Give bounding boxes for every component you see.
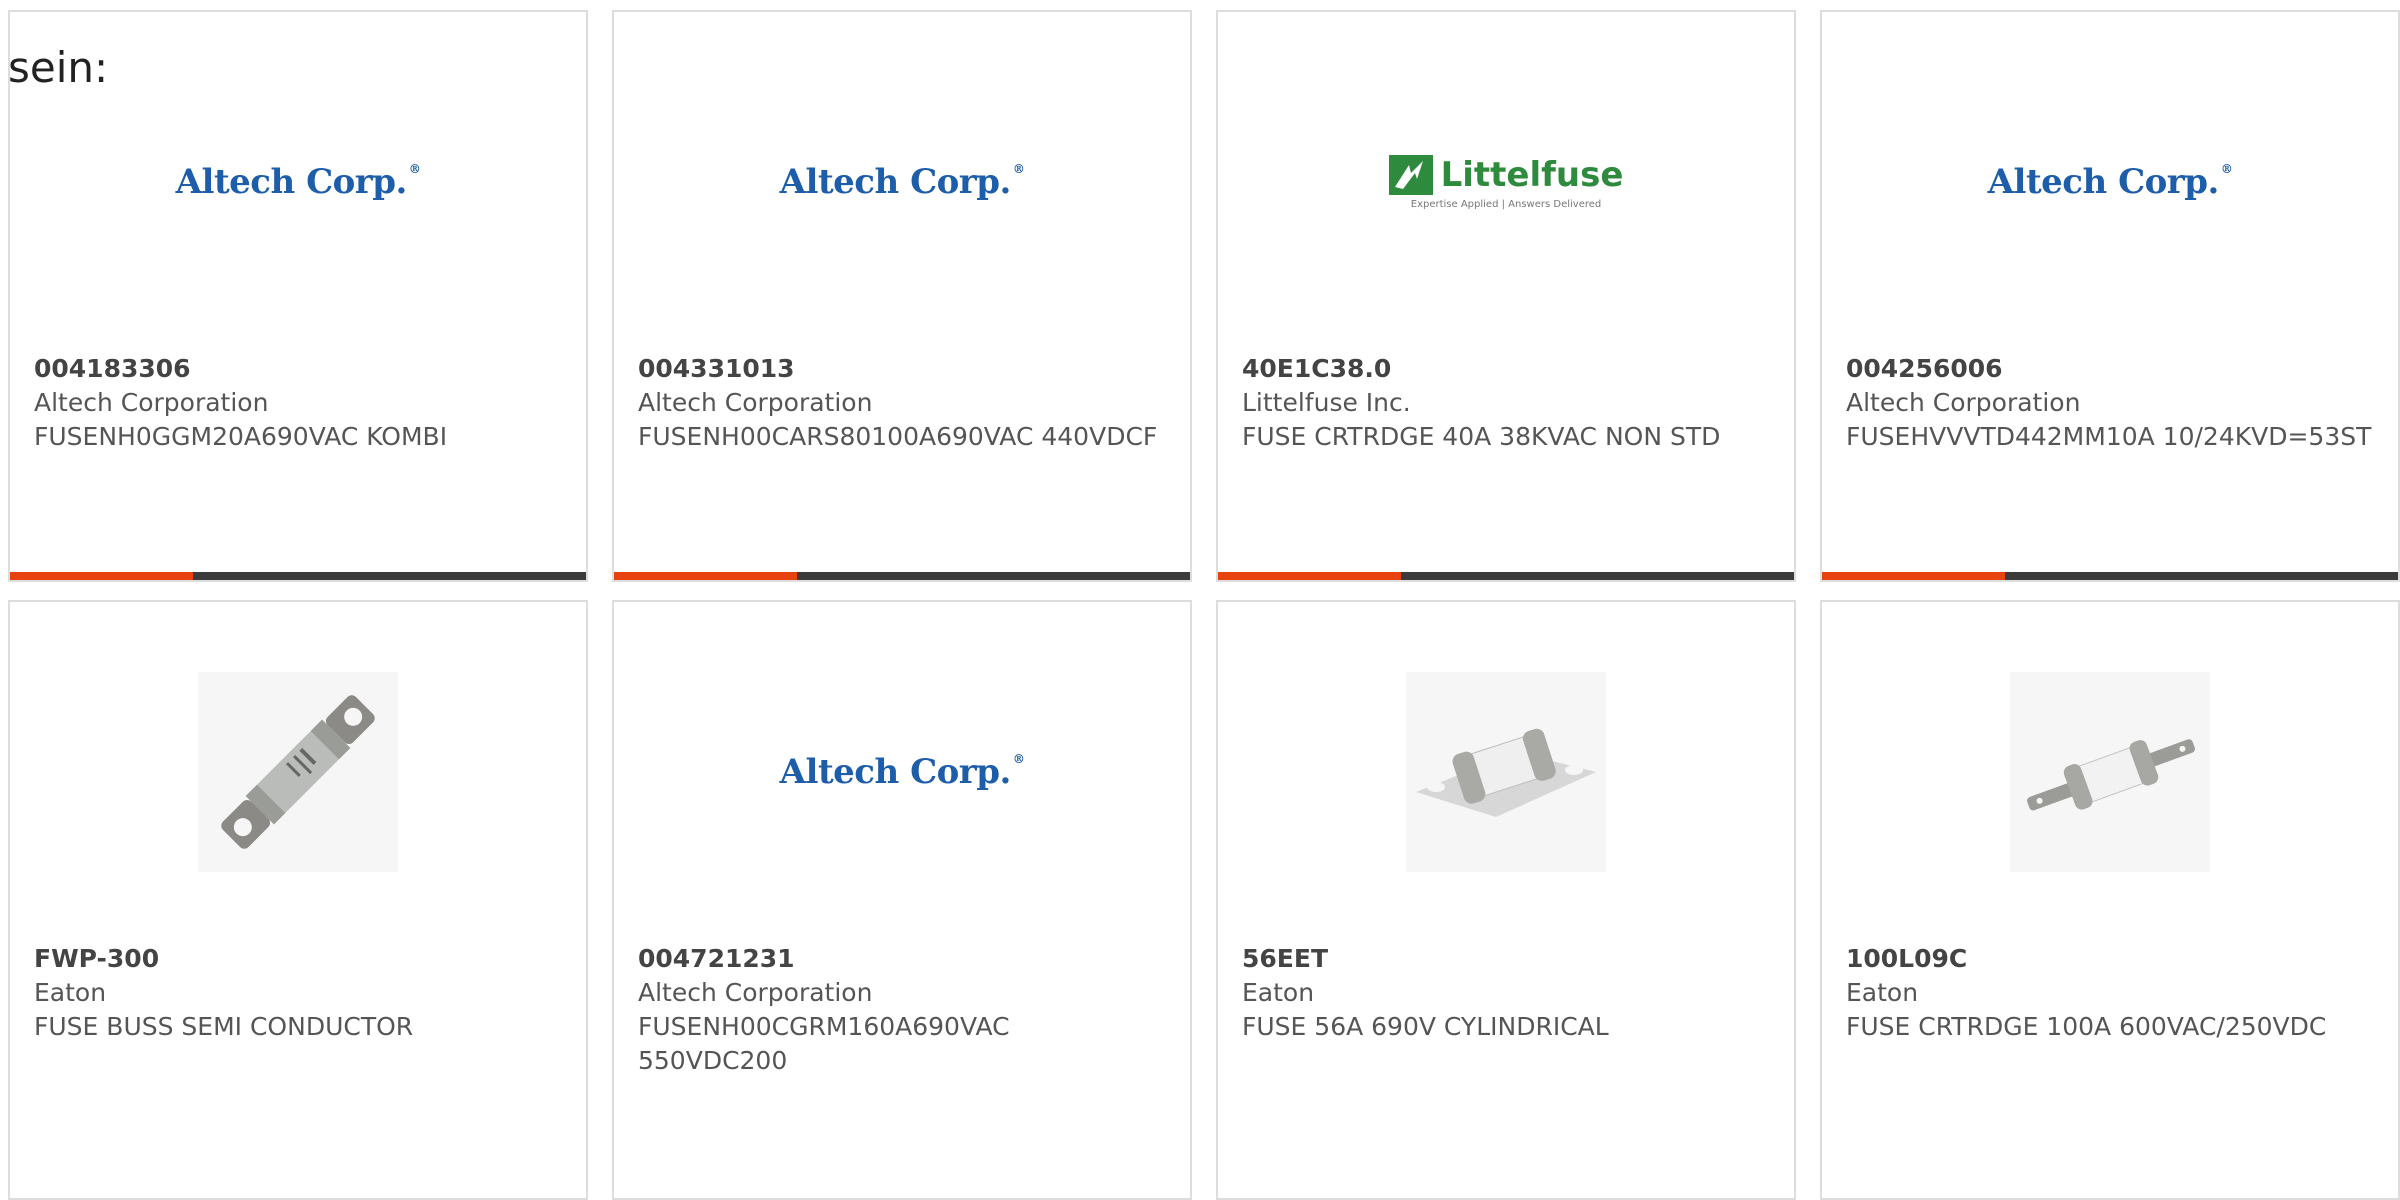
description: FUSE CRTRDGE 100A 600VAC/250VDC [1846,1012,2327,1041]
product-card[interactable]: Altech Corp. ® 004256006 Altech Corporati… [1820,10,2400,582]
littelfuse-mark-icon [1388,154,1433,195]
manufacturer: Altech Corporation [1846,388,2081,417]
description: FUSE CRTRDGE 40A 38KVAC NON STD [1242,422,1721,451]
description: FUSE 56A 690V CYLINDRICAL [1242,1012,1609,1041]
description: FUSENH00CGRM160A690VAC 550VDC200 [638,1012,1010,1075]
product-image[interactable] [1218,602,1794,942]
description: FUSE BUSS SEMI CONDUCTOR [34,1012,414,1041]
card-bottom-bar [614,572,1190,580]
card-bottom-bar [1218,572,1794,580]
card-bottom-bar [1822,572,2398,580]
manufacturer: Altech Corporation [34,388,269,417]
product-card[interactable]: Altech Corp. ® 004331013 Altech Corporati… [612,10,1192,582]
manufacturer: Eaton [1846,978,1919,1007]
manufacturer: Altech Corporation [638,388,873,417]
tag-fuse-photo [2010,672,2210,872]
manufacturer: Eaton [1242,978,1315,1007]
altech-logo: Altech Corp. ® [175,162,421,202]
product-image[interactable]: Altech Corp. ® [614,602,1190,942]
part-number[interactable]: 004256006 [1846,352,2374,386]
intro-text: sein: [8,43,109,92]
cylindrical-fuse-photo [1406,672,1606,872]
altech-logo: Altech Corp. ® [1987,162,2233,202]
product-image[interactable] [10,602,586,942]
product-card[interactable]: 100L09C Eaton FUSE CRTRDGE 100A 600VAC/2… [1820,600,2400,1200]
card-bottom-bar [10,572,586,580]
product-card[interactable]: 56EET Eaton FUSE 56A 690V CYLINDRICAL [1216,600,1796,1200]
altech-logo: Altech Corp. ® [779,162,1025,202]
manufacturer: Altech Corporation [638,978,873,1007]
part-number[interactable]: 100L09C [1846,942,2374,976]
littelfuse-logo: Littelfuse Expertise Applied | Answers D… [1388,154,1623,210]
product-card[interactable]: Altech Corp. ® 004721231 Altech Corporati… [612,600,1192,1200]
part-number[interactable]: 40E1C38.0 [1242,352,1770,386]
manufacturer: Littelfuse Inc. [1242,388,1411,417]
description: FUSENH00CARS80100A690VAC 440VDCF [638,422,1158,451]
description: FUSEHVVVTD442MM10A 10/24KVD=53ST [1846,422,2372,451]
description: FUSENH0GGM20A690VAC KOMBI [34,422,448,451]
altech-logo: Altech Corp. ® [779,752,1025,792]
part-number[interactable]: 004721231 [638,942,1166,976]
manufacturer: Eaton [34,978,107,1007]
product-image[interactable]: Altech Corp. ® [614,12,1190,352]
product-card[interactable]: FWP-300 Eaton FUSE BUSS SEMI CONDUCTOR [8,600,588,1200]
part-number[interactable]: 004183306 [34,352,562,386]
product-image[interactable]: Altech Corp. ® [1822,12,2398,352]
product-card[interactable]: Littelfuse Expertise Applied | Answers D… [1216,10,1796,582]
part-number[interactable]: 004331013 [638,352,1166,386]
product-image[interactable] [1822,602,2398,942]
product-image[interactable]: Littelfuse Expertise Applied | Answers D… [1218,12,1794,352]
part-number[interactable]: 56EET [1242,942,1770,976]
bolt-fuse-photo [198,672,398,872]
part-number[interactable]: FWP-300 [34,942,562,976]
